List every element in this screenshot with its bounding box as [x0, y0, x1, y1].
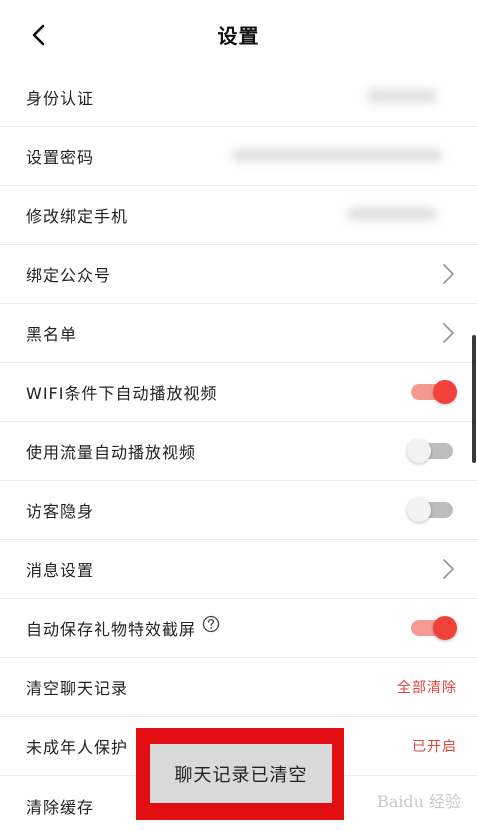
watermark: Baidu 经验 [376, 792, 461, 811]
settings-item-official-account[interactable]: 绑定公众号 [0, 245, 477, 304]
gift-screenshot-label: 自动保存礼物特效截屏 [26, 620, 197, 639]
status-badge: 已开启 [412, 739, 457, 755]
clear-all-link[interactable]: 全部清除 [397, 677, 457, 697]
settings-item-label: 未成年人保护 [26, 738, 129, 757]
page-title: 设置 [217, 24, 260, 48]
settings-item-label: 使用流量自动播放视频 [26, 443, 197, 462]
blurred-value [352, 68, 477, 126]
settings-item-label: 消息设置 [26, 561, 95, 580]
settings-item-identity[interactable]: 身份认证 [0, 68, 477, 127]
settings-item-label: 身份认证 [26, 89, 95, 108]
chevron-right-icon [443, 559, 454, 579]
settings-item-cellular-autoplay: 使用流量自动播放视频 [0, 422, 477, 481]
settings-item-label: 访客隐身 [26, 502, 95, 521]
settings-item-label: 清空聊天记录 [26, 679, 129, 698]
settings-item-label: 绑定公众号 [26, 266, 112, 285]
top-bar: 设置 [0, 0, 477, 68]
settings-item-label: 自动保存礼物特效截屏 [26, 615, 220, 640]
wifi-autoplay-toggle[interactable] [407, 380, 457, 404]
settings-item-wifi-autoplay: WIFI条件下自动播放视频 [0, 363, 477, 422]
settings-item-label: 清除缓存 [26, 797, 95, 817]
blurred-value [207, 186, 477, 244]
settings-item-label: 设置密码 [26, 148, 95, 167]
cellular-autoplay-toggle[interactable] [407, 439, 457, 463]
settings-item-label: 黑名单 [26, 325, 78, 344]
chevron-right-icon [443, 264, 454, 284]
settings-item-label: WIFI条件下自动播放视频 [26, 384, 218, 403]
settings-item-messages[interactable]: 消息设置 [0, 540, 477, 599]
question-circle-icon[interactable] [202, 615, 220, 633]
gift-screenshot-toggle[interactable] [407, 616, 457, 640]
toast-message: 聊天记录已清空 [150, 744, 332, 803]
settings-item-blacklist[interactable]: 黑名单 [0, 304, 477, 363]
settings-item-visitor-invisible: 访客隐身 [0, 481, 477, 540]
settings-item-gift-screenshot: 自动保存礼物特效截屏 [0, 599, 477, 658]
settings-list: 身份认证 设置密码 修改绑定手机 绑定公众号 黑名单 WIFI条件下自动播放视频… [0, 68, 477, 830]
settings-item-phone[interactable]: 修改绑定手机 [0, 186, 477, 245]
settings-item-password[interactable]: 设置密码 [0, 127, 477, 186]
chevron-right-icon [443, 323, 454, 343]
scrollbar[interactable] [472, 335, 476, 463]
settings-item-clear-chat: 清空聊天记录 全部清除 [0, 658, 477, 717]
visitor-invisible-toggle[interactable] [407, 498, 457, 522]
blurred-value [207, 127, 477, 185]
settings-item-label: 修改绑定手机 [26, 207, 129, 226]
